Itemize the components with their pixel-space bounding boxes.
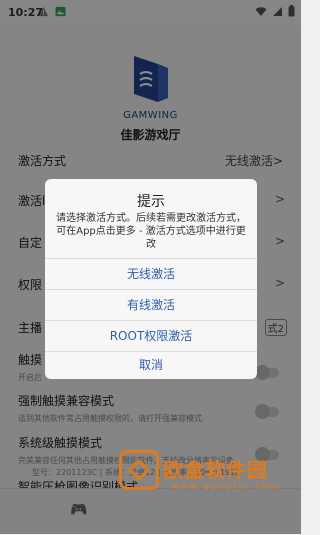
cancel-button[interactable]: 取消 (45, 352, 257, 378)
watermark-text: 欧盒软件园 (163, 458, 268, 482)
watermark-url: www.apoujin.com (171, 482, 281, 492)
watermark: 欧盒软件园 www.apoujin.com (119, 448, 295, 504)
watermark-logo-icon (119, 450, 159, 490)
wired-activation-option[interactable]: 有线激活 (45, 290, 257, 320)
dialog-message: 请选择激活方式。后续若需更改激活方式，可在App点击更多 - 激活方式选项中进行… (56, 213, 246, 250)
dialog-title: 提示 (137, 194, 165, 210)
activation-dialog: 提示 请选择激活方式。后续若需更改激活方式，可在App点击更多 - 激活方式选项… (45, 179, 257, 379)
root-activation-option[interactable]: ROOT权限激活 (45, 321, 257, 351)
wireless-activation-option[interactable]: 无线激活 (45, 259, 257, 289)
